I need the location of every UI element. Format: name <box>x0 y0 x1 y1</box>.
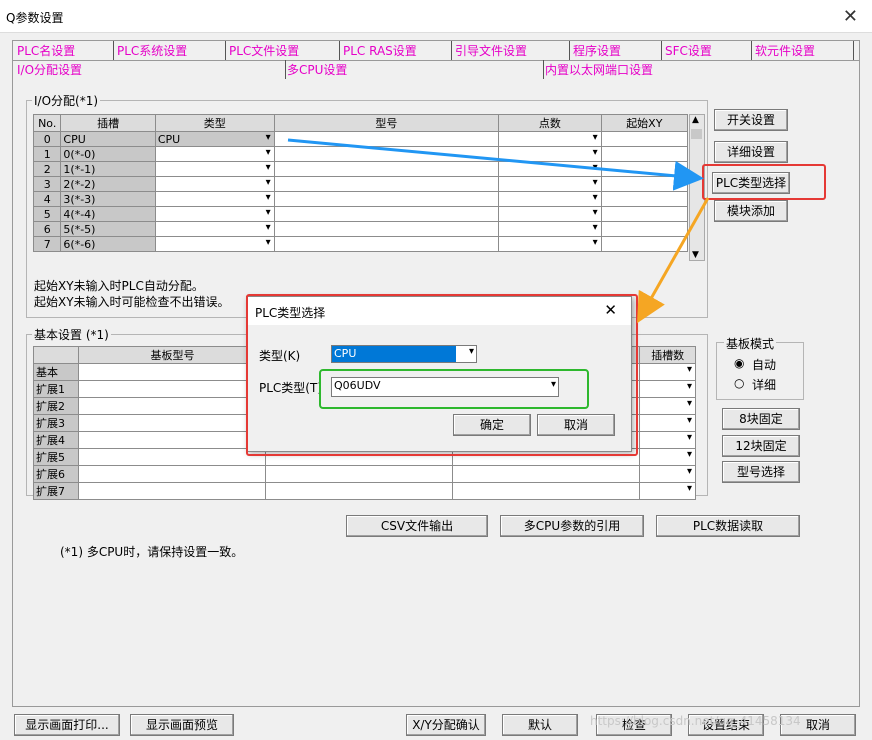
io-group-title: I/O分配(*1) <box>32 92 101 109</box>
col-points: 点数 <box>498 114 602 132</box>
radio-detail[interactable]: ○ <box>734 376 744 390</box>
col-base-model: 基板型号 <box>78 346 267 364</box>
io-note-2: 起始XY未输入时可能检查不出错误。 <box>34 295 230 309</box>
tab-plc-name[interactable]: PLC名设置 <box>17 42 75 59</box>
base-group-title: 基本设置 (*1) <box>32 326 111 343</box>
col-start-xy: 起始XY <box>600 114 689 132</box>
scroll-up-icon[interactable]: ▲ <box>692 115 699 125</box>
xy-confirm-button[interactable]: X/Y分配确认 <box>406 714 486 736</box>
highlight-dialog <box>246 294 638 456</box>
tab-multi-cpu[interactable]: 多CPU设置 <box>287 61 347 78</box>
switch-settings-button[interactable]: 开关设置 <box>714 109 788 131</box>
tab-program[interactable]: 程序设置 <box>573 42 621 59</box>
preview-button[interactable]: 显示画面预览 <box>130 714 234 736</box>
table-row[interactable]: 0 CPU CPU <box>32 131 689 147</box>
detail-settings-button[interactable]: 详细设置 <box>714 141 788 163</box>
print-button[interactable]: 显示画面打印... <box>14 714 120 736</box>
tab-plc-ras[interactable]: PLC RAS设置 <box>343 42 417 59</box>
table-row[interactable]: 4 3(*-3) <box>32 191 689 207</box>
table-row[interactable]: 扩展7 <box>32 482 696 500</box>
tab-io-assignment[interactable]: I/O分配设置 <box>17 61 82 78</box>
table-row[interactable]: 扩展6 <box>32 465 696 483</box>
watermark: https://blog.csdn.net/qq_41458134 <box>590 714 801 728</box>
col-type: 类型 <box>154 114 275 132</box>
tab-ethernet-port[interactable]: 内置以太网端口设置 <box>545 61 653 78</box>
radio-auto[interactable]: ◉ <box>734 356 744 370</box>
table-row[interactable]: 6 5(*-5) <box>32 221 689 237</box>
plc-data-read-button[interactable]: PLC数据读取 <box>656 515 800 537</box>
footnote: (*1) 多CPU时，请保持设置一致。 <box>60 545 244 559</box>
multi-cpu-ref-button[interactable]: 多CPU参数的引用 <box>500 515 644 537</box>
col-slot: 插槽 <box>60 114 156 132</box>
radio-detail-label: 详细 <box>752 378 777 392</box>
csv-output-button[interactable]: CSV文件输出 <box>346 515 488 537</box>
window-title: Q参数设置 <box>6 11 64 25</box>
tab-device[interactable]: 软元件设置 <box>755 42 815 59</box>
io-table: No. 插槽 类型 型号 点数 起始XY 0 CPU CPU 1 0(*-0) … <box>32 114 689 252</box>
table-row[interactable]: 7 6(*-6) <box>32 236 689 252</box>
model-select-button[interactable]: 型号选择 <box>722 461 800 483</box>
fixed-8-button[interactable]: 8块固定 <box>722 408 800 430</box>
scroll-down-icon[interactable]: ▼ <box>692 250 699 260</box>
table-row[interactable]: 1 0(*-0) <box>32 146 689 162</box>
tab-plc-system[interactable]: PLC系统设置 <box>117 42 187 59</box>
table-row[interactable]: 5 4(*-4) <box>32 206 689 222</box>
io-note-1: 起始XY未输入时PLC自动分配。 <box>34 279 204 293</box>
tab-boot-file[interactable]: 引导文件设置 <box>455 42 527 59</box>
fixed-12-button[interactable]: 12块固定 <box>722 435 800 457</box>
close-icon[interactable]: ✕ <box>843 6 858 27</box>
table-row[interactable]: 2 1(*-1) <box>32 161 689 177</box>
table-row[interactable]: 3 2(*-2) <box>32 176 689 192</box>
scroll-thumb[interactable] <box>691 129 702 139</box>
tab-sfc[interactable]: SFC设置 <box>665 42 712 59</box>
col-no: No. <box>32 114 62 132</box>
col-model: 型号 <box>273 114 500 132</box>
add-module-button[interactable]: 模块添加 <box>714 200 788 222</box>
highlight-plc-type-button <box>702 164 826 200</box>
radio-auto-label: 自动 <box>752 358 777 372</box>
base-mode-title: 基板模式 <box>724 335 777 352</box>
tab-plc-file[interactable]: PLC文件设置 <box>229 42 299 59</box>
title-bar: Q参数设置 ✕ <box>0 0 872 33</box>
col-slot-count: 插槽数 <box>639 346 696 364</box>
default-button[interactable]: 默认 <box>502 714 578 736</box>
